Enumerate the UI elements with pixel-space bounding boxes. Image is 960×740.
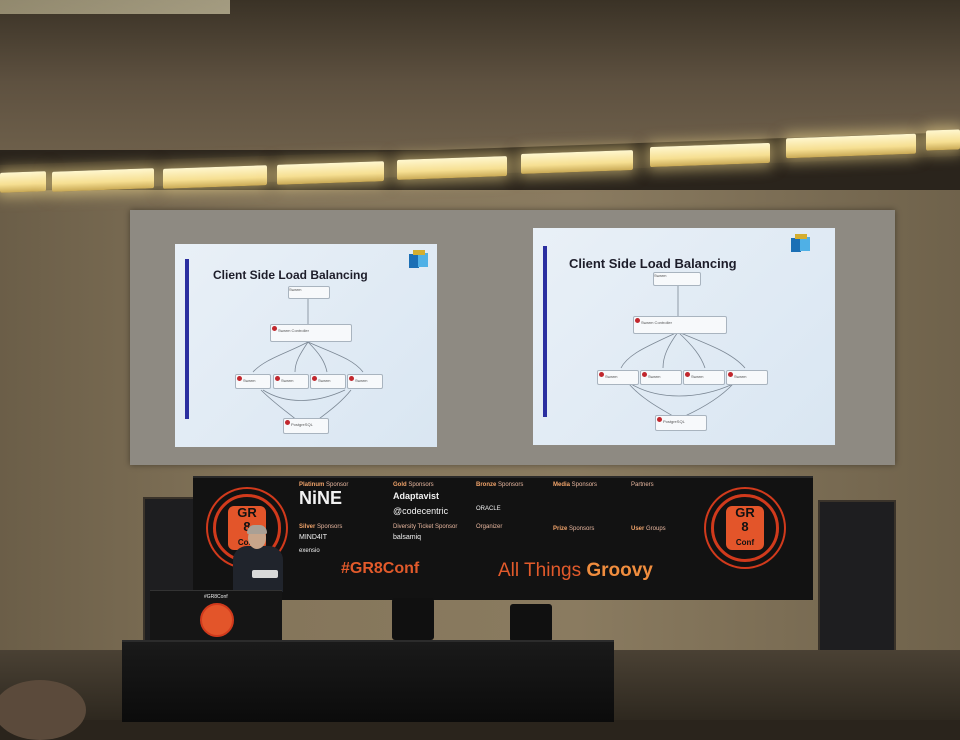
- ceiling-lamp: [521, 150, 633, 174]
- diagram-node: Swarm: [288, 286, 330, 299]
- bronze-sponsors-heading: Bronze Sponsors: [476, 482, 524, 488]
- bronze-sponsor-name: ORACLE: [476, 506, 501, 512]
- diagram-node: Swarm: [726, 370, 768, 385]
- diagram-node: PostgreSQL: [283, 418, 329, 434]
- podium-hashtag: #GR8Conf: [204, 594, 228, 600]
- silver-sponsors-heading: Silver Sponsors: [299, 524, 343, 530]
- diagram-node: Swarm: [347, 374, 383, 389]
- podium-logo-icon: [200, 603, 234, 637]
- speaker-laptop: [252, 570, 278, 578]
- user-groups-heading: User Groups: [631, 526, 666, 532]
- gold-sponsor-name: Adaptavist: [393, 491, 440, 501]
- platinum-sponsor-name: NiNE: [299, 488, 343, 508]
- slide-left: Client Side Load Balancing Swarm Swarm C…: [175, 244, 437, 447]
- organizer-heading: Organizer: [476, 524, 503, 530]
- diagram-node: Swarm Controller: [270, 324, 352, 342]
- banner-hashtag: #GR8Conf: [341, 560, 420, 577]
- ceiling-lamp: [0, 171, 46, 193]
- light-strip: [0, 120, 960, 200]
- diagram-node: Swarm: [273, 374, 309, 389]
- slide-right: Client Side Load Balancing Swarm Swarm C…: [533, 228, 835, 445]
- audience-head: [0, 680, 86, 740]
- presenter-desk: [122, 640, 614, 722]
- prize-sponsors-heading: Prize Sponsors: [553, 526, 595, 532]
- door-right: [818, 500, 896, 672]
- partners-heading: Partners: [631, 482, 654, 488]
- media-sponsors-heading: Media Sponsors: [553, 482, 598, 488]
- diagram-node: Swarm: [597, 370, 639, 385]
- architecture-diagram: [252, 298, 364, 423]
- diagram-node: Swarm: [235, 374, 271, 389]
- chair: [510, 604, 552, 642]
- speaker-hair: [247, 525, 267, 534]
- ceiling-lamp: [277, 161, 384, 185]
- silver-sponsor-name: exensio: [299, 548, 320, 554]
- gold-sponsors-heading: Gold Sponsors: [393, 482, 434, 488]
- sponsor-banner: GR 8 Conf GR 8 Conf Platinum Sponsor NiNE Si…: [193, 476, 813, 600]
- architecture-diagram: [620, 284, 746, 417]
- ceiling-lamp: [926, 129, 960, 151]
- diagram-node: Swarm: [310, 374, 346, 389]
- diversity-sponsor-heading: Diversity Ticket Sponsor: [393, 524, 458, 530]
- diagram-node: PostgreSQL: [655, 415, 707, 431]
- banner-tagline: All Things Groovy: [498, 560, 653, 581]
- gr8conf-logo-right: GR 8 Conf: [711, 494, 779, 562]
- diagram-node: Swarm: [683, 370, 725, 385]
- silver-sponsor-name: MIND4IT: [299, 534, 327, 541]
- ceiling-lamp: [397, 156, 507, 180]
- ceiling-top-lights: [0, 0, 230, 14]
- diagram-node: Swarm: [640, 370, 682, 385]
- ceiling-lamp: [52, 168, 154, 192]
- chair: [392, 598, 434, 640]
- gold-sponsor-name: @codecentric: [393, 506, 449, 516]
- diversity-sponsor-name: balsamiq: [393, 534, 422, 541]
- diagram-node: Swarm: [653, 272, 701, 286]
- ceiling-lamp: [650, 142, 770, 168]
- ceiling-lamp: [163, 165, 267, 189]
- diagram-node: Swarm Controller: [633, 316, 727, 334]
- speaker-body: [233, 546, 283, 592]
